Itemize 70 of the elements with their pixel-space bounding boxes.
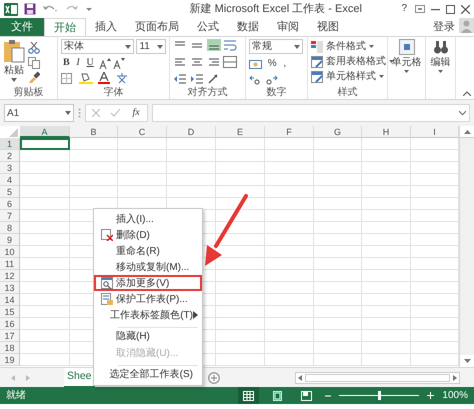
row-header[interactable]: 9 <box>0 234 20 246</box>
column-header[interactable]: C <box>118 126 167 138</box>
column-header[interactable]: G <box>314 126 362 138</box>
column-header[interactable]: E <box>216 126 265 138</box>
row-header[interactable]: 14 <box>0 294 20 306</box>
group-label: 对齐方式 <box>186 87 228 99</box>
editing-button[interactable]: 编辑 <box>430 39 450 99</box>
row-header[interactable]: 7 <box>0 210 20 222</box>
column-header[interactable]: B <box>70 126 118 138</box>
format-table-button[interactable]: 套用表格格式 <box>311 54 384 69</box>
column-header[interactable]: F <box>265 126 314 138</box>
row-header[interactable]: 4 <box>0 174 20 186</box>
comma-button[interactable]: , <box>281 57 288 71</box>
row-header[interactable]: 17 <box>0 330 20 342</box>
group-label: 剪贴板 <box>12 87 44 99</box>
number-format-field[interactable]: 常规 <box>249 39 303 54</box>
row-header[interactable]: 13 <box>0 282 20 294</box>
column-header[interactable]: A <box>20 126 70 138</box>
italic-button[interactable]: I <box>74 56 82 70</box>
font-name-field[interactable]: 宋体 <box>61 39 134 54</box>
row-header[interactable]: 18 <box>0 342 20 354</box>
ribbon-tab[interactable]: 插入 <box>86 18 126 36</box>
bold-button[interactable]: B <box>61 56 72 70</box>
ribbon-tab[interactable]: 页面布局 <box>126 18 188 36</box>
sign-in-link[interactable]: 登录 <box>429 18 459 36</box>
paste-button[interactable]: 粘贴 <box>3 39 25 87</box>
group-label: 样式 <box>336 87 358 99</box>
row-header[interactable]: 19 <box>0 354 20 366</box>
row-header[interactable]: 6 <box>0 198 20 210</box>
underline-button[interactable]: U <box>84 56 96 70</box>
font-size-field[interactable]: 11 <box>136 39 166 54</box>
column-header[interactable]: D <box>167 126 216 138</box>
menu-item[interactable]: 添加更多(V) <box>94 275 202 291</box>
column-header[interactable]: I <box>411 126 459 138</box>
file-tab[interactable]: 文件 <box>0 18 44 36</box>
sheet-tab[interactable]: Shee <box>64 368 95 388</box>
group-label: 数字 <box>266 87 288 99</box>
group-label: 字体 <box>102 87 124 99</box>
row-header[interactable]: 12 <box>0 270 20 282</box>
menu-item[interactable]: 插入(I)... <box>94 211 202 227</box>
window-title: 新建 Microsoft Excel 工作表 - Excel <box>188 2 363 17</box>
help-button[interactable]: ? <box>399 2 409 16</box>
row-header[interactable]: 2 <box>0 150 20 162</box>
row-header[interactable]: 10 <box>0 246 20 258</box>
ribbon-tab[interactable]: 开始 <box>44 18 86 36</box>
menu-item[interactable]: 删除(D) <box>94 227 202 243</box>
ribbon-tab[interactable]: 视图 <box>308 18 348 36</box>
row-header[interactable]: 5 <box>0 186 20 198</box>
ribbon-tab[interactable]: 审阅 <box>268 18 308 36</box>
status-text: 就绪 <box>6 388 27 403</box>
row-header[interactable]: 8 <box>0 222 20 234</box>
conditional-format-button[interactable]: 条件格式 <box>311 39 384 54</box>
row-header[interactable]: 15 <box>0 306 20 318</box>
cells-button[interactable]: 单元格 <box>392 39 422 99</box>
name-box[interactable]: A1 <box>4 104 74 122</box>
column-header[interactable]: H <box>362 126 411 138</box>
menu-item[interactable]: 工作表标签颜色(T) <box>94 307 202 323</box>
row-header[interactable]: 16 <box>0 318 20 330</box>
cell-styles-button[interactable]: 单元格样式 <box>311 69 384 84</box>
menu-item[interactable]: 移动或复制(M)... <box>94 259 202 275</box>
percent-button[interactable]: % <box>266 57 279 71</box>
row-header[interactable]: 1 <box>0 138 20 150</box>
ribbon-tab[interactable]: 数据 <box>228 18 268 36</box>
menu-item[interactable]: 重命名(R) <box>94 243 202 259</box>
row-header[interactable]: 3 <box>0 162 20 174</box>
insert-function-button[interactable]: fx <box>130 106 142 120</box>
menu-item[interactable]: 保护工作表(P)... <box>94 291 202 307</box>
ribbon-tab[interactable]: 公式 <box>188 18 228 36</box>
row-header[interactable]: 11 <box>0 258 20 270</box>
zoom-level: 100% <box>442 389 468 403</box>
